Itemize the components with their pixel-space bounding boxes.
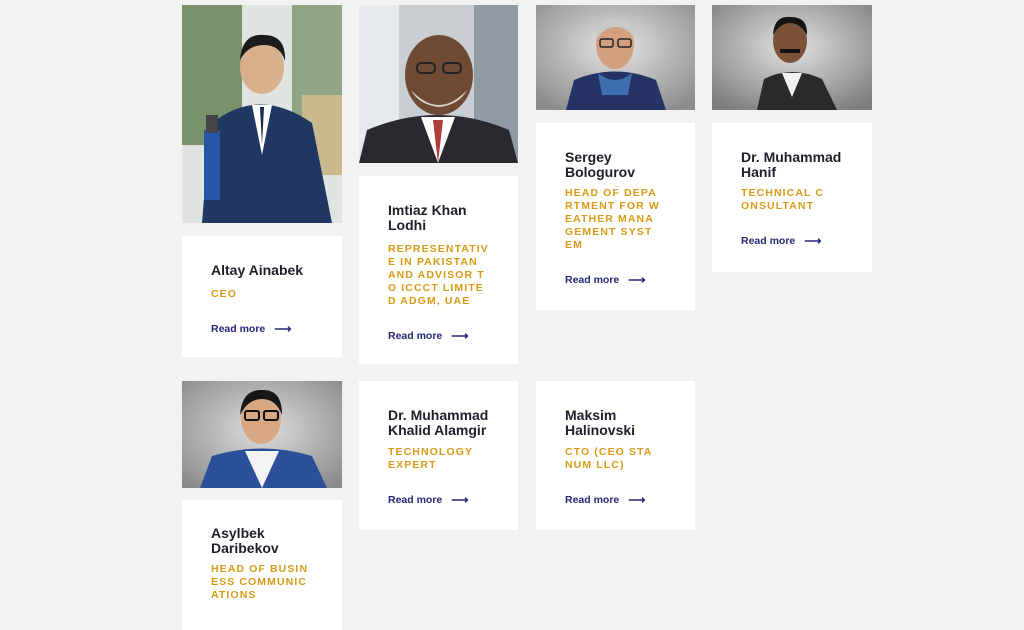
read-more-label: Read more bbox=[388, 330, 443, 342]
team-card-asylbek-daribekov: Asylbek Daribekov HEAD OF BUSINESS COMMU… bbox=[182, 500, 342, 630]
photo-imtiaz-khan-lodhi bbox=[359, 5, 518, 163]
arrow-right-icon: ⟶ bbox=[451, 329, 469, 343]
member-name: Asylbek Daribekov bbox=[211, 525, 279, 556]
member-name: Dr. Muhammad Hanif bbox=[741, 149, 842, 180]
read-more-link[interactable]: Read more ⟶ bbox=[565, 494, 645, 506]
photo-muhammad-hanif bbox=[712, 5, 872, 110]
team-card-muhammad-hanif: Dr. Muhammad Hanif TECHNICAL CONSULTANT … bbox=[712, 123, 872, 272]
member-role: TECHNICAL CONSULTANT bbox=[741, 187, 825, 212]
read-more-label: Read more bbox=[565, 494, 620, 506]
photo-altay-ainabek bbox=[182, 5, 342, 223]
arrow-right-icon: ⟶ bbox=[628, 273, 646, 287]
member-role: HEAD OF BUSINESS COMMUNICATIONS bbox=[211, 563, 309, 601]
team-card-maksim-halinovski: Maksim Halinovski CTO (CEO STANUM LLC) R… bbox=[536, 381, 695, 530]
read-more-label: Read more bbox=[211, 323, 266, 335]
read-more-link[interactable]: Read more ⟶ bbox=[741, 235, 821, 247]
member-role: HEAD OF DEPARTMENT FOR WEATHER MANAGEMEN… bbox=[565, 187, 660, 251]
photo-sergey-bologurov bbox=[536, 5, 695, 110]
team-card-imtiaz-khan-lodhi: Imtiaz Khan Lodhi REPRESENTATIVE IN PAKI… bbox=[359, 176, 518, 364]
read-more-link[interactable]: Read more ⟶ bbox=[388, 494, 468, 506]
photo-asylbek-daribekov bbox=[182, 381, 342, 488]
team-card-altay-ainabek: Altay Ainabek CEO Read more ⟶ bbox=[182, 236, 342, 357]
member-role: REPRESENTATIVE IN PAKISTAN AND ADVISOR T… bbox=[388, 243, 489, 307]
member-role: CTO (CEO STANUM LLC) bbox=[565, 446, 653, 471]
arrow-right-icon: ⟶ bbox=[451, 493, 469, 507]
member-name: Dr. Muhammad Khalid Alamgir bbox=[388, 407, 489, 438]
member-role: CEO bbox=[211, 288, 238, 300]
member-name: Maksim Halinovski bbox=[565, 407, 636, 438]
read-more-label: Read more bbox=[741, 235, 796, 247]
arrow-right-icon: ⟶ bbox=[804, 234, 822, 248]
read-more-link[interactable]: Read more ⟶ bbox=[565, 274, 645, 286]
team-card-muhammad-khalid-alamgir: Dr. Muhammad Khalid Alamgir TECHNOLOGY E… bbox=[359, 381, 518, 530]
read-more-label: Read more bbox=[388, 494, 443, 506]
member-name: Altay Ainabek bbox=[211, 262, 304, 278]
arrow-right-icon: ⟶ bbox=[628, 493, 646, 507]
team-card-sergey-bologurov: Sergey Bologurov HEAD OF DEPARTMENT FOR … bbox=[536, 123, 695, 310]
member-name: Imtiaz Khan Lodhi bbox=[388, 202, 467, 233]
read-more-label: Read more bbox=[565, 274, 620, 286]
member-role: TECHNOLOGY EXPERT bbox=[388, 446, 473, 471]
read-more-link[interactable]: Read more ⟶ bbox=[211, 323, 291, 335]
arrow-right-icon: ⟶ bbox=[274, 322, 292, 336]
read-more-link[interactable]: Read more ⟶ bbox=[388, 330, 468, 342]
member-name: Sergey Bologurov bbox=[565, 149, 635, 180]
